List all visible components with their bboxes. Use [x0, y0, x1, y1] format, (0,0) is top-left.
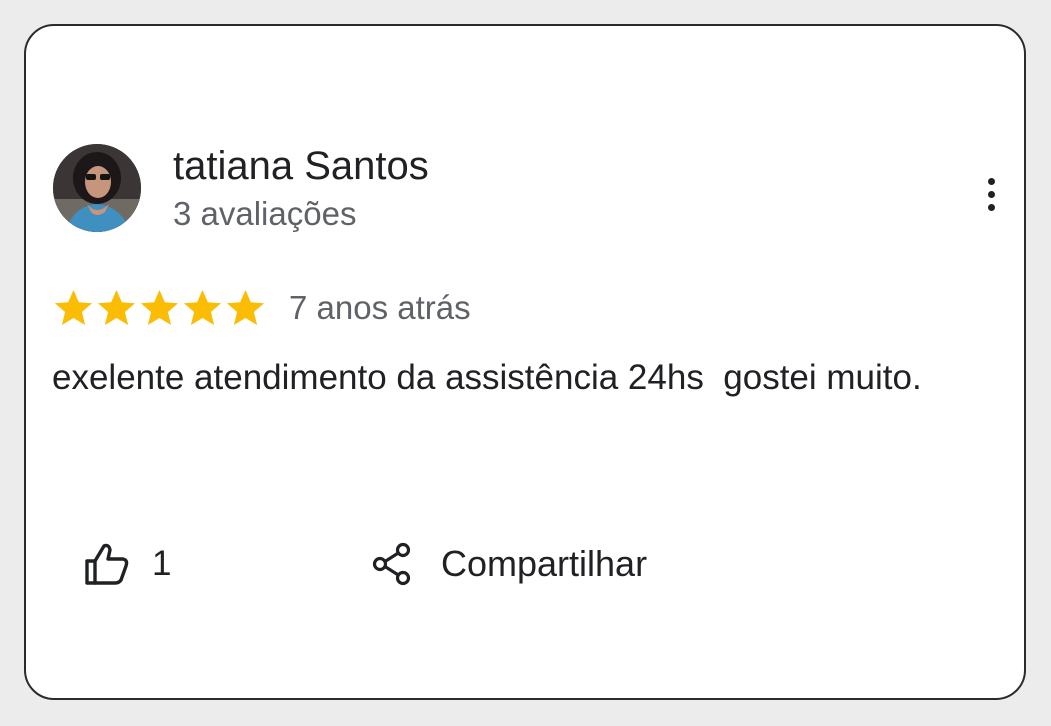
author-review-count: 3 avaliações	[173, 195, 357, 232]
review-date: 7 anos atrás	[289, 289, 471, 326]
star-icon	[226, 290, 265, 325]
star-icon	[183, 290, 222, 325]
more-options-button[interactable]	[976, 172, 1008, 216]
review-card: tatiana Santos 3 avaliações 7 anos atrás…	[24, 24, 1026, 700]
page-background: tatiana Santos 3 avaliações 7 anos atrás…	[0, 0, 1051, 726]
review-text: exelente atendimento da assistência 24hs…	[52, 358, 922, 397]
rating-row: 7 anos atrás	[52, 286, 471, 330]
thumb-up-icon	[85, 543, 129, 585]
like-button[interactable]: 1	[84, 536, 171, 592]
like-count: 1	[152, 544, 172, 583]
avatar[interactable]	[53, 144, 141, 232]
star-icon	[140, 290, 179, 325]
more-vert-icon	[988, 178, 995, 185]
share-button[interactable]: Compartilhar	[371, 536, 647, 592]
more-vert-icon-dot	[988, 204, 995, 211]
star-icon	[54, 290, 93, 325]
share-label: Compartilhar	[441, 543, 648, 584]
more-vert-icon-dot	[988, 191, 995, 198]
author-name[interactable]: tatiana Santos	[173, 142, 429, 190]
star-rating	[52, 288, 267, 328]
share-icon	[372, 542, 411, 586]
star-icon	[97, 290, 136, 325]
